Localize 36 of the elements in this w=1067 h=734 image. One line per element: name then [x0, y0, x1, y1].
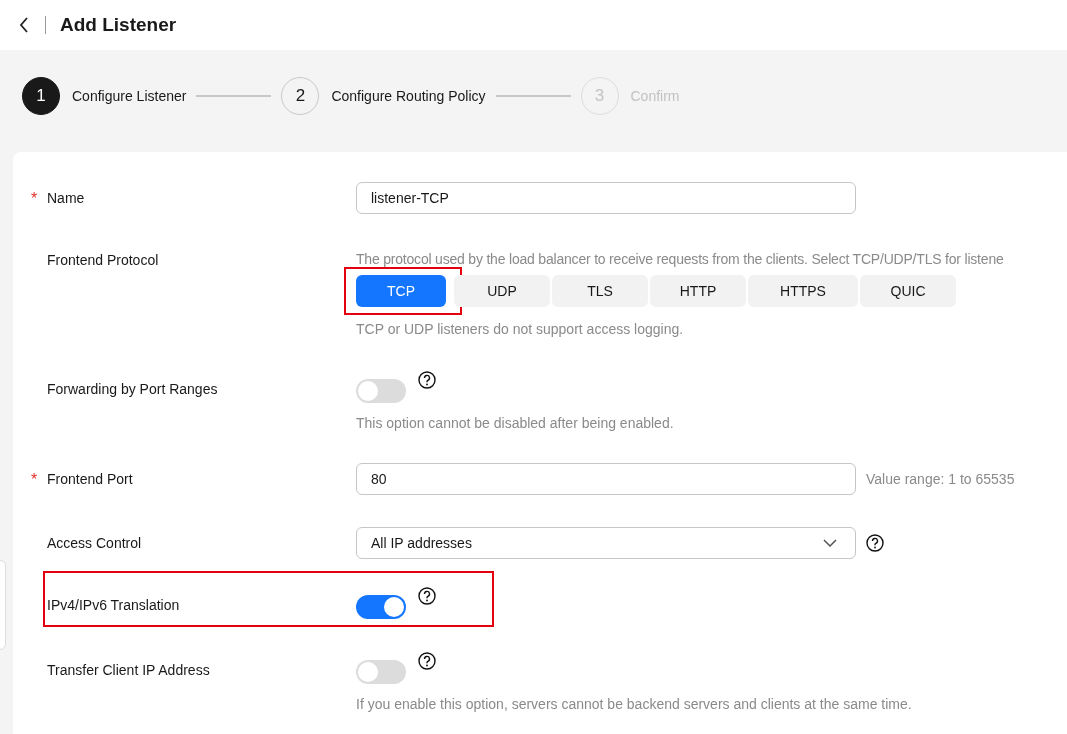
description-text: The protocol used by the load balancer to receive requests from the clients. Select TCP/UDP/TLS for listene [356, 251, 1005, 267]
page-title: Add Listener [60, 14, 177, 36]
step-label: Configure Listener [72, 88, 187, 104]
help-icon[interactable] [418, 587, 436, 605]
step-number: 2 [281, 77, 320, 115]
field-label: Forwarding by Port Ranges [47, 381, 218, 397]
field-label: Frontend Port [47, 471, 133, 487]
toggle-switch[interactable] [356, 595, 406, 619]
field-label: Access Control [47, 535, 142, 551]
field-label: Transfer Client IP Address [47, 662, 210, 678]
helper-text: This option cannot be disabled after being enabled. [356, 415, 675, 431]
field-label: Name [47, 190, 85, 206]
protocol-option[interactable]: TCP [356, 275, 446, 307]
help-icon[interactable] [418, 371, 436, 389]
toggle-switch[interactable] [356, 379, 406, 403]
step-label: Configure Routing Policy [331, 88, 486, 104]
field-label: Frontend Protocol [47, 252, 159, 268]
help-icon[interactable] [418, 652, 436, 670]
protocol-option[interactable]: HTTPS [748, 275, 858, 307]
protocol-option[interactable]: QUIC [860, 275, 956, 307]
protocol-option[interactable]: UDP [454, 275, 550, 307]
required-asterisk: * [31, 190, 39, 208]
helper-text: If you enable this option, servers cannot be backend servers and clients at the same time. [356, 696, 913, 712]
dropdown[interactable]: All IP addresses [356, 527, 856, 559]
input-field[interactable]: 80 [356, 463, 856, 495]
field-label: IPv4/IPv6 Translation [47, 597, 180, 613]
input-field[interactable]: listener-TCP [356, 182, 856, 214]
chevron-down-icon [823, 539, 837, 547]
required-asterisk: * [31, 471, 39, 489]
helper-text: TCP or UDP listeners do not support access logging. [356, 321, 685, 337]
toggle-switch[interactable] [356, 660, 406, 684]
hint-text: Value range: 1 to 65535 [866, 471, 1015, 487]
step-number: 1 [22, 77, 60, 115]
protocol-option[interactable]: HTTP [650, 275, 746, 307]
help-icon[interactable] [866, 534, 884, 552]
protocol-option[interactable]: TLS [552, 275, 648, 307]
